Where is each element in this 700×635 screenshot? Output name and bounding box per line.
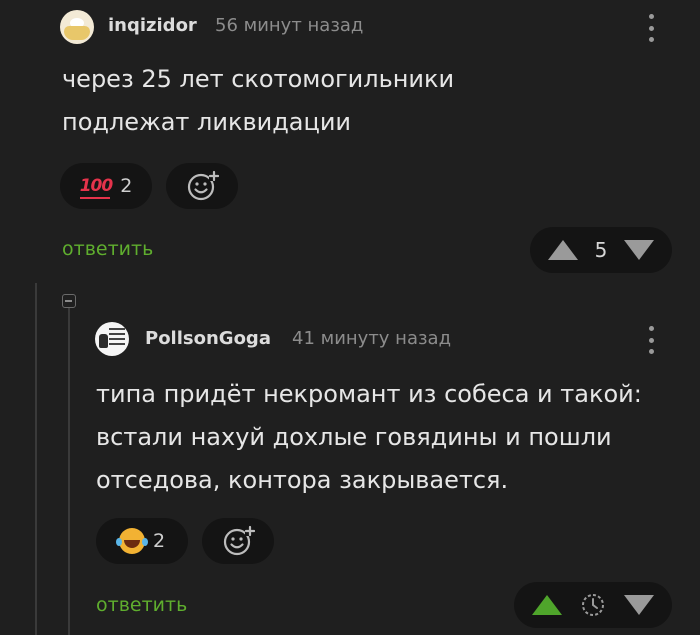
downvote-icon[interactable]: [624, 595, 654, 615]
laughing-with-tears-icon: [115, 528, 145, 554]
more-options-icon[interactable]: [648, 14, 654, 42]
reaction-count: 2: [152, 530, 166, 552]
rating-control: [514, 582, 672, 628]
add-emoji-icon: [187, 170, 219, 201]
reaction-count: 2: [120, 175, 133, 197]
reply-button[interactable]: ответить: [96, 594, 187, 616]
comment-line: подлежат ликвидации: [62, 108, 352, 136]
avatar[interactable]: [60, 10, 94, 44]
timestamp: 56 минут назад: [215, 15, 364, 36]
upvote-icon[interactable]: [532, 595, 562, 615]
comment-text: через 25 лет скотомогильники подлежат ли…: [62, 58, 454, 144]
rating-control: 5: [530, 227, 672, 273]
comment-line: встали нахуй дохлые говядины и пошли: [96, 423, 612, 451]
username[interactable]: PollsonGoga: [145, 328, 271, 349]
add-reaction-button[interactable]: [166, 163, 238, 209]
thread-line: [35, 283, 37, 635]
timestamp: 41 минуту назад: [292, 328, 452, 349]
add-reaction-button[interactable]: [202, 518, 274, 564]
reply-button[interactable]: ответить: [62, 238, 153, 260]
reaction-100[interactable]: 100 2: [60, 163, 152, 209]
comment-line: типа придёт некромант из собеса и такой:: [96, 380, 642, 408]
rating-score: 5: [594, 238, 608, 262]
downvote-icon[interactable]: [623, 240, 654, 260]
hundred-points-icon: 100: [79, 176, 113, 199]
avatar[interactable]: [95, 322, 129, 356]
clock-icon: [582, 594, 604, 616]
upvote-icon[interactable]: [548, 240, 578, 260]
reaction-laughing[interactable]: 2: [96, 518, 188, 564]
comment-text: типа придёт некромант из собеса и такой:…: [96, 373, 642, 502]
comment-line: через 25 лет скотомогильники: [62, 65, 455, 93]
add-emoji-icon: [223, 525, 255, 556]
thread-branch-line: [68, 308, 70, 635]
collapse-thread-button[interactable]: [62, 294, 76, 308]
more-options-icon[interactable]: [648, 326, 654, 354]
comment-line: отседова, контора закрывается.: [96, 466, 509, 494]
username[interactable]: inqizidor: [108, 15, 197, 36]
